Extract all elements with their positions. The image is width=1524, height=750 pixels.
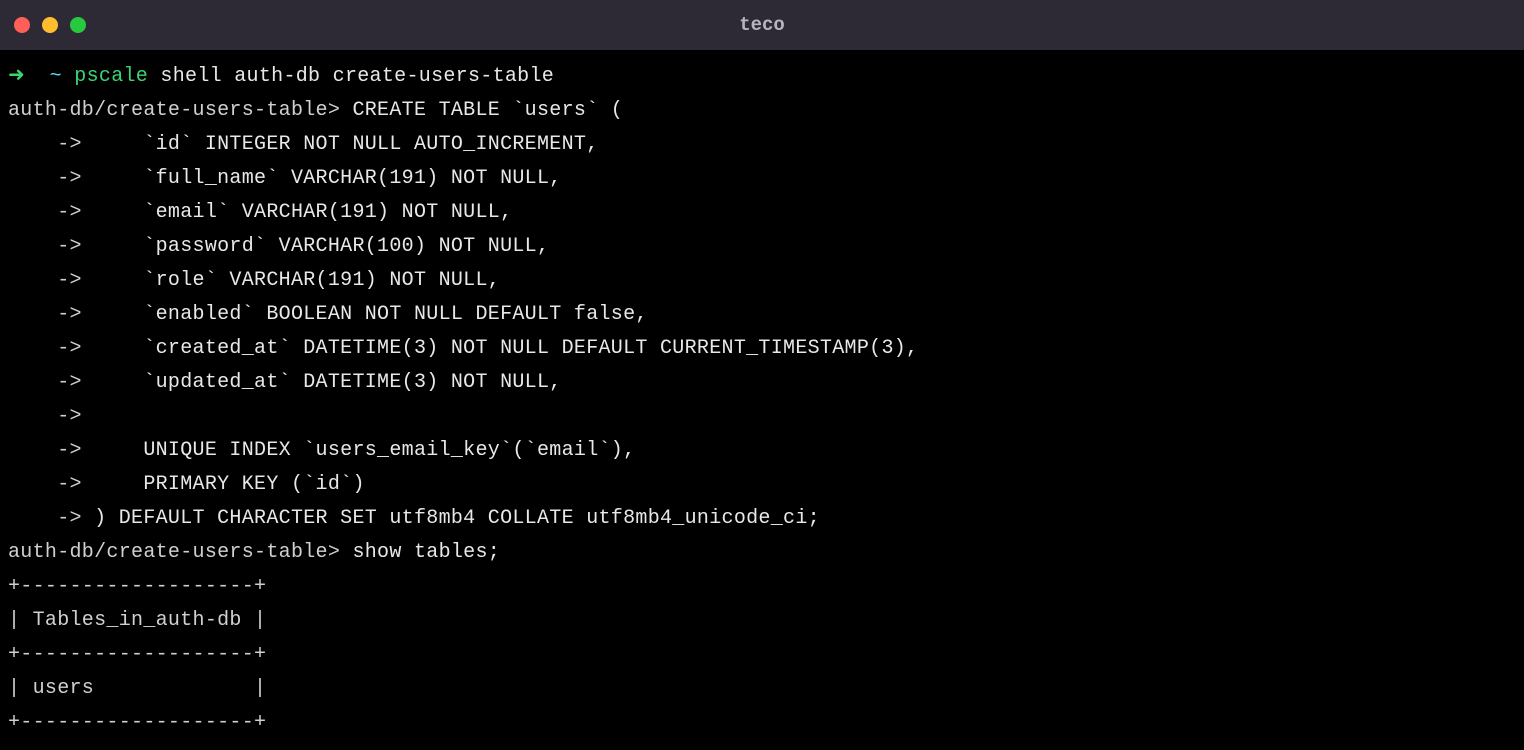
minimize-icon[interactable] — [42, 17, 58, 33]
prompt-arrow-icon: ➜ — [8, 65, 25, 88]
traffic-lights — [14, 17, 86, 33]
shell-prompt-line: ➜ ~ pscale shell auth-db create-users-ta… — [8, 60, 1516, 94]
table-border-row: +-------------------+ — [8, 706, 1516, 740]
sql-continuation-line: -> `full_name` VARCHAR(191) NOT NULL, — [8, 162, 1516, 196]
table-border-row: +-------------------+ — [8, 638, 1516, 672]
sql-continuation-line: -> `password` VARCHAR(100) NOT NULL, — [8, 230, 1516, 264]
sql-prompt-line: auth-db/create-users-table> CREATE TABLE… — [8, 94, 1516, 128]
command-binary: pscale — [74, 65, 148, 88]
sql-continuation-line: -> `updated_at` DATETIME(3) NOT NULL, — [8, 366, 1516, 400]
table-row: | users | — [8, 672, 1516, 706]
command-args: shell auth-db create-users-table — [160, 65, 554, 88]
sql-continuation-line: -> `enabled` BOOLEAN NOT NULL DEFAULT fa… — [8, 298, 1516, 332]
sql-prompt: auth-db/create-users-table> — [8, 541, 340, 564]
sql-continuation-line: -> UNIQUE INDEX `users_email_key`(`email… — [8, 434, 1516, 468]
sql-prompt-line: auth-db/create-users-table> show tables; — [8, 536, 1516, 570]
window-title: teco — [739, 14, 785, 36]
sql-continuation-line: -> `created_at` DATETIME(3) NOT NULL DEF… — [8, 332, 1516, 366]
sql-command: show tables; — [340, 541, 500, 564]
sql-continuation-line: -> — [8, 400, 1516, 434]
sql-continuation-line: -> `role` VARCHAR(191) NOT NULL, — [8, 264, 1516, 298]
close-icon[interactable] — [14, 17, 30, 33]
table-border-row: +-------------------+ — [8, 570, 1516, 604]
sql-continuation-line: -> `email` VARCHAR(191) NOT NULL, — [8, 196, 1516, 230]
sql-continuation-line: -> PRIMARY KEY (`id`) — [8, 468, 1516, 502]
sql-command: CREATE TABLE `users` ( — [340, 99, 623, 122]
maximize-icon[interactable] — [70, 17, 86, 33]
sql-continuation-line: -> ) DEFAULT CHARACTER SET utf8mb4 COLLA… — [8, 502, 1516, 536]
sql-continuation-line: -> `id` INTEGER NOT NULL AUTO_INCREMENT, — [8, 128, 1516, 162]
window-titlebar: teco — [0, 0, 1524, 50]
prompt-cwd: ~ — [50, 65, 62, 88]
terminal-output[interactable]: ➜ ~ pscale shell auth-db create-users-ta… — [0, 50, 1524, 750]
table-header-row: | Tables_in_auth-db | — [8, 604, 1516, 638]
sql-prompt: auth-db/create-users-table> — [8, 99, 340, 122]
